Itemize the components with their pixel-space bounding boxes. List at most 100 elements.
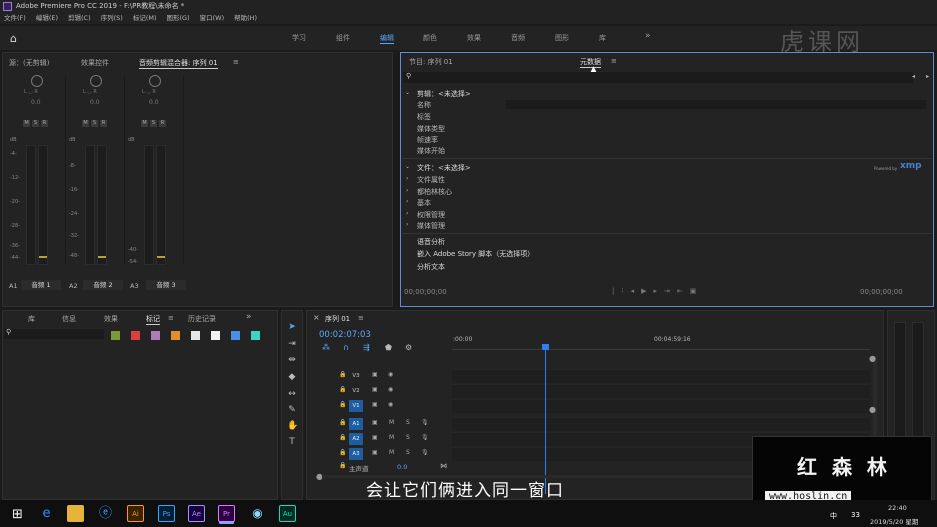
mute-button[interactable]: M bbox=[389, 419, 394, 426]
menu-sequence[interactable]: 序列(S) bbox=[101, 13, 123, 24]
pen-tool-icon[interactable]: ✎ bbox=[287, 405, 297, 415]
marker-color-swatch[interactable] bbox=[131, 331, 140, 340]
panel-menu-icon[interactable]: ≡ bbox=[168, 314, 174, 322]
ws-editing[interactable]: 编辑 bbox=[380, 33, 394, 44]
mute-button[interactable]: M bbox=[389, 434, 394, 441]
lock-icon[interactable]: 🔒 bbox=[339, 386, 346, 393]
panel-menu-icon[interactable]: ≡ bbox=[233, 58, 239, 66]
group-rights[interactable]: 权限管理 bbox=[417, 210, 445, 220]
track-label[interactable]: A1 bbox=[349, 418, 363, 430]
ws-more[interactable]: » bbox=[645, 31, 651, 41]
home-icon[interactable]: ⌂ bbox=[10, 32, 17, 45]
record-button[interactable]: R bbox=[159, 120, 166, 127]
sync-icon[interactable]: ▣ bbox=[372, 386, 378, 393]
tab-history[interactable]: 历史记录 bbox=[188, 314, 216, 324]
volume-fader[interactable] bbox=[38, 145, 48, 265]
eye-icon[interactable]: ◉ bbox=[388, 371, 393, 378]
track-label[interactable]: V2 bbox=[349, 385, 363, 397]
chevron-right-icon[interactable]: › bbox=[406, 198, 408, 205]
solo-button[interactable]: S bbox=[150, 120, 157, 127]
ws-libraries[interactable]: 库 bbox=[599, 33, 606, 43]
tab-source[interactable]: 源：(无剪辑) bbox=[9, 58, 49, 68]
marker-color-swatch[interactable] bbox=[111, 331, 120, 340]
pan-knob[interactable] bbox=[31, 75, 43, 87]
chevron-right-icon[interactable]: › bbox=[406, 210, 408, 217]
track-label[interactable]: V3 bbox=[349, 370, 363, 382]
program-timecode-left[interactable]: 00;00;00;00 bbox=[404, 288, 447, 296]
hand-tool-icon[interactable]: ✋ bbox=[287, 421, 298, 431]
tab-sequence-01[interactable]: 序列 01 bbox=[325, 314, 350, 324]
record-button[interactable]: R bbox=[100, 120, 107, 127]
edge-icon[interactable]: e bbox=[38, 505, 55, 522]
ws-assembly[interactable]: 组件 bbox=[336, 33, 350, 43]
ws-graphics[interactable]: 图形 bbox=[555, 33, 569, 43]
embedded-script-row[interactable]: 嵌入 Adobe Story 脚本（无选择项） bbox=[417, 249, 534, 259]
tab-more[interactable]: » bbox=[246, 312, 252, 322]
eye-icon[interactable]: ◉ bbox=[388, 386, 393, 393]
mute-button[interactable]: M bbox=[389, 449, 394, 456]
metadata-search-field[interactable] bbox=[403, 72, 913, 83]
sync-icon[interactable]: ▣ bbox=[372, 371, 378, 378]
prev-arrow-icon[interactable]: ◂ bbox=[912, 73, 915, 80]
tab-effects[interactable]: 效果 bbox=[104, 314, 118, 324]
windows-start-icon[interactable]: ⊞ bbox=[12, 507, 23, 522]
sync-icon[interactable]: ▣ bbox=[372, 434, 378, 441]
menu-edit[interactable]: 编辑(E) bbox=[36, 13, 58, 24]
name-input[interactable] bbox=[506, 100, 926, 109]
browser-icon[interactable]: ◉ bbox=[249, 505, 266, 522]
mic-icon[interactable]: 🎙 bbox=[421, 419, 429, 426]
track-select-tool-icon[interactable]: ⇥ bbox=[287, 339, 297, 349]
lock-icon[interactable]: 🔒 bbox=[339, 434, 346, 441]
lock-icon[interactable]: 🔒 bbox=[339, 449, 346, 456]
next-arrow-icon[interactable]: ▸ bbox=[926, 73, 929, 80]
pan-knob[interactable] bbox=[149, 75, 161, 87]
marker-icon[interactable]: ⬟ bbox=[385, 343, 392, 352]
type-tool-icon[interactable]: T bbox=[287, 437, 297, 447]
group-file-properties[interactable]: 文件属性 bbox=[417, 175, 445, 185]
clock-time[interactable]: 22:40 bbox=[888, 504, 907, 512]
lock-icon[interactable]: 🔒 bbox=[339, 371, 346, 378]
mute-button[interactable]: M bbox=[141, 120, 148, 127]
tab-info[interactable]: 信息 bbox=[62, 314, 76, 324]
markers-search-field[interactable] bbox=[4, 329, 104, 339]
track-label[interactable]: V1 bbox=[349, 400, 363, 412]
ws-color[interactable]: 颜色 bbox=[423, 33, 437, 43]
timeline-timecode[interactable]: 00:02:07:03 bbox=[319, 330, 371, 340]
sync-icon[interactable]: ▣ bbox=[372, 449, 378, 456]
solo-button[interactable]: S bbox=[406, 434, 410, 441]
group-basic[interactable]: 基本 bbox=[417, 198, 431, 208]
marker-color-swatch[interactable] bbox=[191, 331, 200, 340]
clock-date[interactable]: 2019/5/20 星期 bbox=[870, 516, 918, 526]
solo-button[interactable]: S bbox=[406, 419, 410, 426]
sync-icon[interactable]: ▣ bbox=[372, 419, 378, 426]
mute-button[interactable]: M bbox=[82, 120, 89, 127]
tray-ime[interactable]: 中 bbox=[830, 511, 837, 521]
chevron-right-icon[interactable]: › bbox=[406, 175, 408, 182]
panel-menu-icon[interactable]: ≡ bbox=[358, 314, 364, 322]
eye-icon[interactable]: ◉ bbox=[388, 401, 393, 408]
ws-audio[interactable]: 音频 bbox=[511, 33, 525, 43]
lane-a1[interactable] bbox=[452, 417, 870, 431]
marker-color-swatch[interactable] bbox=[151, 331, 160, 340]
snap-icon[interactable]: ⁂ bbox=[322, 343, 330, 352]
tab-libraries[interactable]: 库 bbox=[28, 314, 35, 324]
tab-markers[interactable]: 标记 bbox=[146, 314, 160, 325]
slip-tool-icon[interactable]: ↔ bbox=[287, 389, 297, 399]
marker-color-swatch[interactable] bbox=[251, 331, 260, 340]
master-fader-icon[interactable]: ⋈ bbox=[440, 462, 447, 470]
group-dublin-core[interactable]: 都柏林核心 bbox=[417, 187, 452, 197]
track-label[interactable]: A2 bbox=[349, 433, 363, 445]
section-file-header[interactable]: 文件：<未选择> bbox=[417, 163, 471, 173]
group-media-management[interactable]: 媒体管理 bbox=[417, 221, 445, 231]
close-icon[interactable]: × bbox=[313, 313, 320, 322]
tray-badge[interactable]: 33 bbox=[851, 511, 860, 519]
marker-color-swatch[interactable] bbox=[211, 331, 220, 340]
wrench-icon[interactable]: ⚙ bbox=[405, 343, 412, 352]
menu-file[interactable]: 文件(F) bbox=[4, 13, 26, 24]
solo-button[interactable]: S bbox=[406, 449, 410, 456]
section-clip-header[interactable]: 剪辑：<未选择> bbox=[417, 89, 471, 99]
linked-selection-icon[interactable]: ∩ bbox=[343, 343, 349, 352]
time-ruler[interactable] bbox=[452, 344, 870, 350]
master-lock-icon[interactable]: 🔒 bbox=[339, 462, 346, 469]
selection-tool-icon[interactable]: ➤ bbox=[287, 322, 297, 332]
